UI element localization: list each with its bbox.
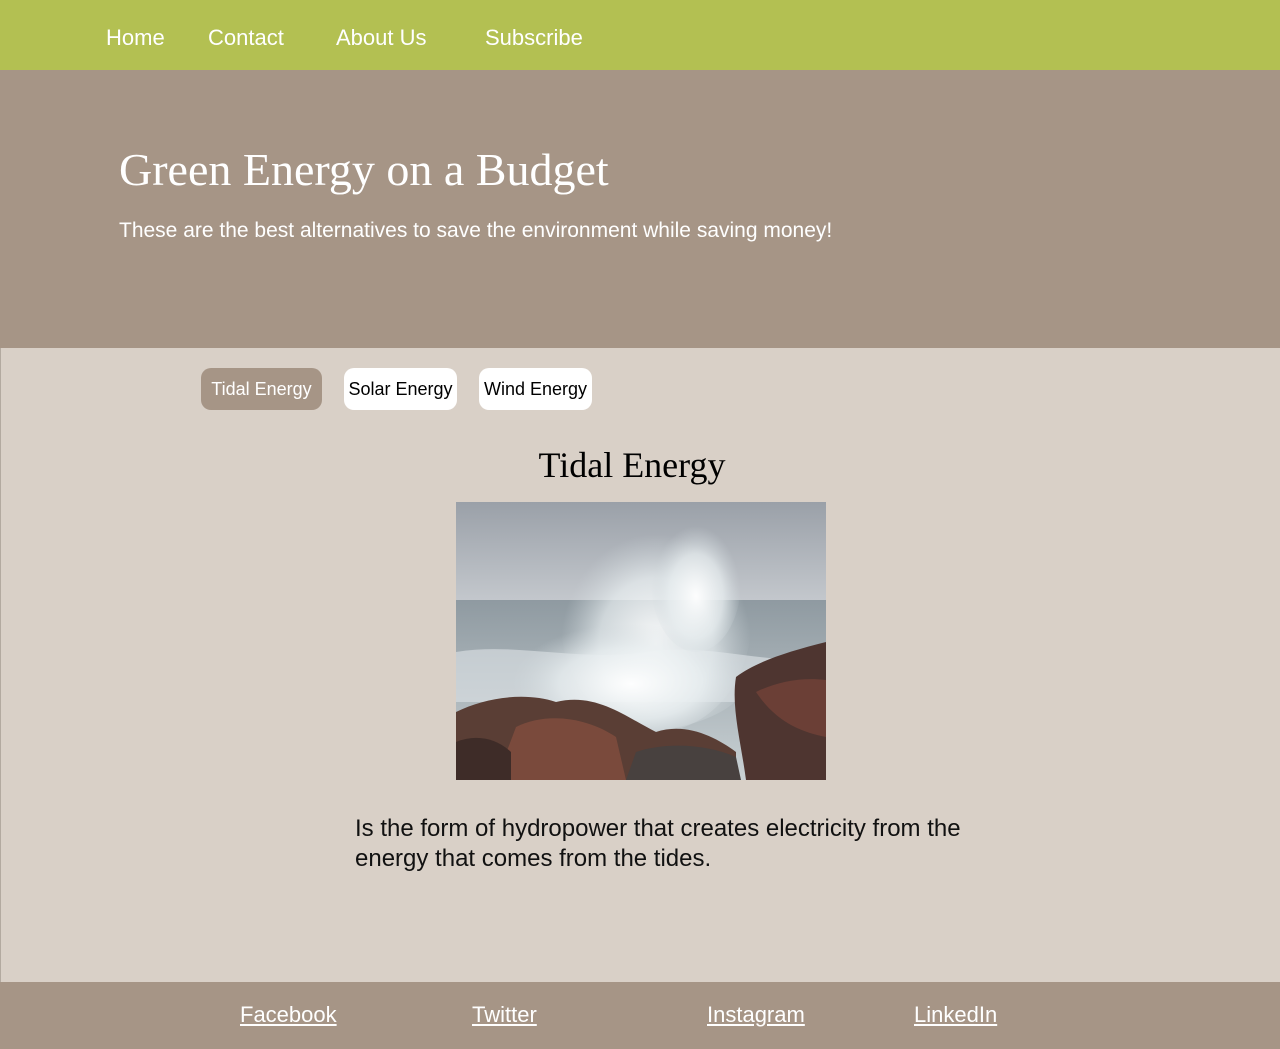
page-title: Green Energy on a Budget xyxy=(119,144,609,195)
hero-banner: Green Energy on a Budget These are the b… xyxy=(0,70,1280,348)
nav-subscribe-link[interactable]: Subscribe xyxy=(485,24,583,52)
footer-twitter-link[interactable]: Twitter xyxy=(472,1001,537,1029)
footer-facebook-link[interactable]: Facebook xyxy=(240,1001,337,1029)
nav-contact-link[interactable]: Contact xyxy=(208,24,284,52)
nav-about-link[interactable]: About Us xyxy=(336,24,427,52)
tidal-energy-image xyxy=(456,502,826,780)
tab-solar-energy[interactable]: Solar Energy xyxy=(344,368,457,410)
nav-home-link[interactable]: Home xyxy=(106,24,165,52)
footer: Facebook Twitter Instagram LinkedIn xyxy=(0,982,1280,1049)
tab-tidal-energy[interactable]: Tidal Energy xyxy=(201,368,322,410)
main-content: Tidal Energy Solar Energy Wind Energy Ti… xyxy=(0,348,1280,982)
top-navigation: Home Contact About Us Subscribe xyxy=(0,0,1280,70)
energy-description: Is the form of hydropower that creates e… xyxy=(355,815,961,872)
footer-instagram-link[interactable]: Instagram xyxy=(707,1001,805,1029)
tab-wind-energy[interactable]: Wind Energy xyxy=(479,368,592,410)
footer-linkedin-link[interactable]: LinkedIn xyxy=(914,1001,997,1029)
section-title: Tidal Energy xyxy=(538,445,726,485)
waves-crashing-on-rocks-image xyxy=(456,502,826,780)
page-subtitle: These are the best alternatives to save … xyxy=(119,219,833,242)
